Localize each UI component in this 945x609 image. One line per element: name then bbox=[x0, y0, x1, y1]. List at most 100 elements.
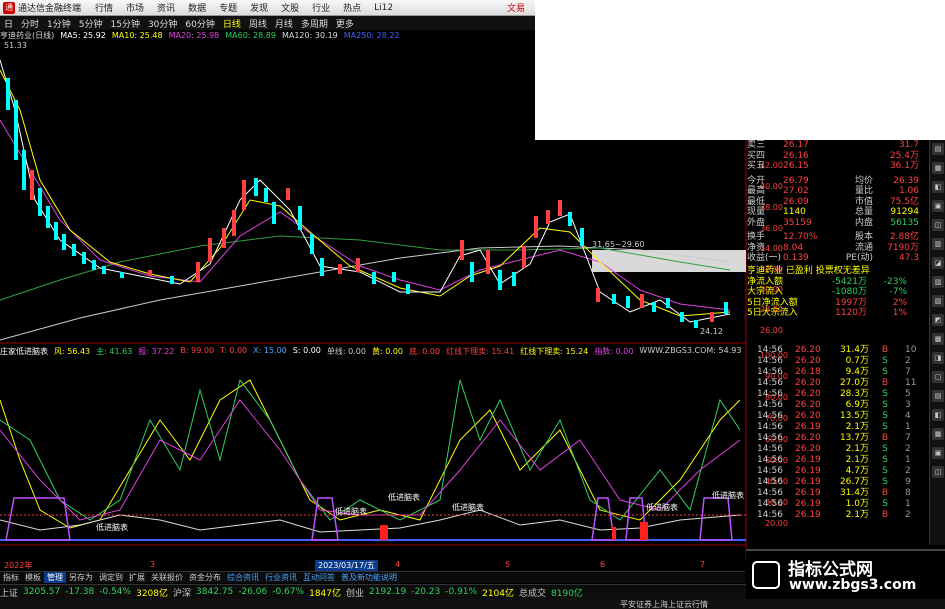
watermark-banner: 指标公式网 www.zbgs3.com bbox=[746, 549, 945, 599]
tick-row: 14:56 26.19 26.7万 S 9 bbox=[757, 477, 911, 487]
chart-tool-icon[interactable]: ◧ bbox=[932, 181, 944, 193]
tab-save-as[interactable]: 另存为 bbox=[66, 572, 96, 583]
tick-row: 14:56 26.18 9.4万 S 7 bbox=[757, 367, 911, 377]
flow-title: 亨迪药业 已盈利 投票权无差异 bbox=[747, 265, 870, 276]
tick-row: 14:56 26.19 1.0万 S 1 bbox=[757, 499, 911, 509]
chart-tool-icon[interactable]: ▩ bbox=[932, 333, 944, 345]
tick-row: 14:56 26.19 31.4万 B 8 bbox=[757, 488, 911, 498]
tab-extend[interactable]: 扩展 bbox=[126, 572, 148, 583]
chart-tool-icon[interactable]: ▧ bbox=[932, 276, 944, 288]
indicator-line-green bbox=[0, 378, 741, 521]
tab-news[interactable]: 综合资讯 bbox=[224, 572, 262, 583]
tool-rail: ▤ ▦ ◧ ▣ ◫ ▥ ◪ ▧ ▨ ◩ ▩ ◨ ▢ ▤ ◧ ▦ ▣ ◫ bbox=[929, 140, 945, 545]
indicator-value: S: 0.00 bbox=[292, 346, 321, 355]
ma20-line bbox=[0, 69, 731, 317]
chart-tool-icon[interactable]: ▨ bbox=[932, 295, 944, 307]
tab-qa[interactable]: 互动问答 bbox=[300, 572, 338, 583]
chart-tool-icon[interactable]: ◪ bbox=[932, 257, 944, 269]
indicator-name: 庄家低进脑表 bbox=[0, 347, 48, 356]
index-field: -0.54% bbox=[99, 587, 132, 597]
tab-template[interactable]: 模板 bbox=[22, 572, 44, 583]
chart-tool-icon[interactable]: ▣ bbox=[932, 447, 944, 459]
chart-tool-icon[interactable]: ◩ bbox=[932, 314, 944, 326]
tick-row: 14:56 26.20 2.1万 S 2 bbox=[757, 444, 911, 454]
high-price-label: 51.33 bbox=[4, 41, 27, 50]
cursor-date: 2023/03/17/五 bbox=[315, 560, 378, 571]
chart-tool-icon[interactable]: ▢ bbox=[932, 371, 944, 383]
indicator-value: 单线: 0.00 bbox=[326, 347, 366, 356]
quote-panel: 卖三 26.17 31.7 买四 26.16 25.4万 买五 26.15 36.1万 今开… bbox=[747, 140, 929, 337]
index-field: 8190亿 bbox=[551, 588, 583, 599]
tick-row: 14:56 26.20 13.5万 S 4 bbox=[757, 411, 911, 421]
index-field: 创业 bbox=[346, 588, 365, 599]
indicator-value: 底: 0.00 bbox=[409, 347, 441, 356]
index-field: 总成交 bbox=[519, 588, 547, 599]
tick-row: 14:56 26.20 31.4万 B 10 bbox=[757, 345, 917, 355]
index-field: -26.06 bbox=[238, 587, 268, 597]
status-bar: 平安证券上海上证云行情 bbox=[0, 599, 945, 609]
index-field: 3842.75 bbox=[196, 587, 234, 597]
indicator-value: 黄: 0.00 bbox=[371, 347, 404, 356]
tab-manage[interactable]: 管理 bbox=[44, 572, 66, 583]
tab-related[interactable]: 关联报价 bbox=[148, 572, 186, 583]
indicator-value: 指数: 0.00 bbox=[594, 347, 634, 356]
tick-row: 14:56 26.20 28.3万 S 5 bbox=[757, 389, 911, 399]
indicator-value: WWW.ZBGS3.COM: 54.93 bbox=[639, 346, 742, 355]
chart-tool-icon[interactable]: ◫ bbox=[932, 466, 944, 478]
chart-tool-icon[interactable]: ◧ bbox=[932, 409, 944, 421]
logo-icon bbox=[752, 561, 780, 589]
index-field: -20.23 bbox=[411, 587, 441, 597]
index-field: -0.67% bbox=[272, 587, 305, 597]
indicator-legend: 庄家低进脑表 风: 56.43 主: 41.63 报: 37.22 B: 99.… bbox=[0, 346, 745, 356]
tab-industry-news[interactable]: 行业资讯 bbox=[262, 572, 300, 583]
indicator-value: 红线下理卖: 15.41 bbox=[446, 347, 515, 356]
tick-row: 14:56 26.20 6.9万 S 3 bbox=[757, 400, 911, 410]
index-field: 3208亿 bbox=[136, 588, 168, 599]
chart-tool-icon[interactable]: ▤ bbox=[932, 143, 944, 155]
index-bar: 上证 3205.57 -17.38 -0.54% 3208亿 沪深 3842.75 -26.0… bbox=[0, 584, 747, 599]
tick-row: 14:56 26.19 2.1万 S 1 bbox=[757, 455, 911, 465]
index-field: 2104亿 bbox=[482, 588, 514, 599]
indicator-note: 低进脑表 bbox=[96, 522, 128, 532]
broker-label: 平安证券上海上证云行情 bbox=[620, 600, 708, 609]
low-price-label: 24.12 bbox=[700, 327, 723, 336]
candlesticks bbox=[6, 78, 728, 328]
index-field: 2192.19 bbox=[369, 587, 407, 597]
tab-adjust[interactable]: 调定到 bbox=[96, 572, 126, 583]
tab-fund-dist[interactable]: 资金分布 bbox=[186, 572, 224, 583]
tick-row: 14:56 26.20 0.7万 S 2 bbox=[757, 356, 911, 366]
tick-row: 14:56 26.19 2.1万 S 1 bbox=[757, 422, 911, 432]
indicator-value: 红线下理卖: 15.24 bbox=[520, 347, 589, 356]
index-field: 1847亿 bbox=[309, 588, 341, 599]
chart-tool-icon[interactable]: ▤ bbox=[932, 390, 944, 402]
indicator-value: B: 99.00 bbox=[180, 346, 215, 355]
tab-help[interactable]: 普及新功能说明 bbox=[338, 572, 400, 583]
tab-indicator[interactable]: 指标 bbox=[0, 572, 22, 583]
index-field: -0.91% bbox=[445, 587, 478, 597]
chart-tool-icon[interactable]: ▣ bbox=[932, 200, 944, 212]
chart-tool-icon[interactable]: ▦ bbox=[932, 428, 944, 440]
index-field: 上证 bbox=[0, 588, 19, 599]
banner-url: www.zbgs3.com bbox=[789, 577, 917, 593]
tick-row: 14:56 26.20 27.0万 B 11 bbox=[757, 378, 917, 388]
indicator-note: 低进脑表 bbox=[712, 490, 744, 500]
indicator-value: 风: 56.43 bbox=[54, 347, 91, 356]
indicator-note: 低进脑表 bbox=[388, 492, 420, 502]
indicator-value: 主: 41.63 bbox=[96, 347, 133, 356]
index-field: -17.38 bbox=[65, 587, 95, 597]
chart-tool-icon[interactable]: ▥ bbox=[932, 238, 944, 250]
chart-tool-icon[interactable]: ◫ bbox=[932, 219, 944, 231]
indicator-value: 报: 37.22 bbox=[138, 347, 175, 356]
indicator-note: 低进脑表 bbox=[646, 502, 678, 512]
tick-list[interactable]: 14:56 26.20 31.4万 B 10 14:56 26.20 0.7万 S 2 14:56 2… bbox=[747, 345, 929, 545]
tick-row: 14:56 26.19 2.1万 B 2 bbox=[757, 510, 911, 520]
trading-terminal-window: { "window":{"title":"通达信金融终端","menus":["… bbox=[0, 0, 945, 609]
bottom-tabs: 指标 模板 管理 另存为 调定到 扩展 关联报价 资金分布 综合资讯 行业资讯 … bbox=[0, 571, 745, 583]
chart-tool-icon[interactable]: ◨ bbox=[932, 352, 944, 364]
year-label: 2022年 bbox=[4, 561, 33, 570]
chart-tool-icon[interactable]: ▦ bbox=[932, 162, 944, 174]
indicator-value: X: 15.00 bbox=[253, 346, 287, 355]
indicator-note: 低进脑表 bbox=[452, 502, 484, 512]
indicator-note: 低进脑表 bbox=[335, 506, 367, 516]
index-field: 3205.57 bbox=[23, 587, 61, 597]
